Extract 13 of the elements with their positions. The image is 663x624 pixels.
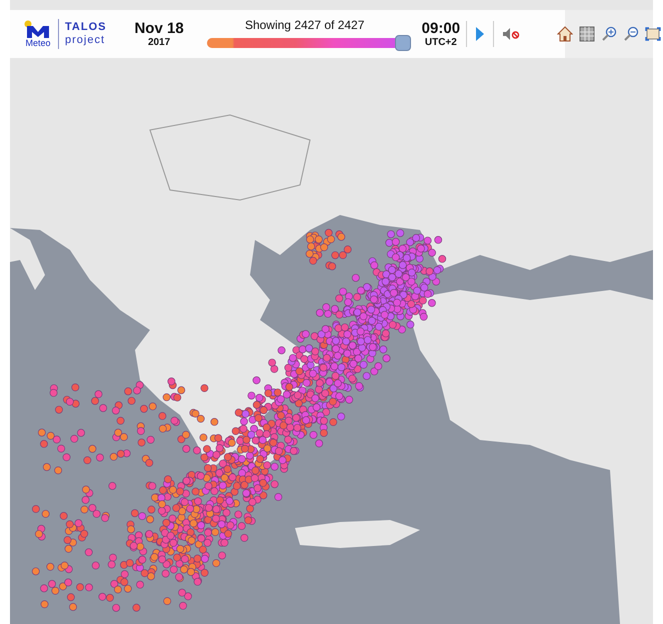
logo-icon (24, 20, 52, 38)
layers-button[interactable] (577, 24, 597, 44)
date-label: Nov 18 (134, 20, 184, 37)
product-subtitle: project (65, 34, 106, 47)
home-button[interactable] (555, 24, 575, 44)
timeline-caption: Showing 2427 of 2427 (244, 18, 364, 32)
logo-brand: Meteo (25, 38, 50, 48)
year-label: 2017 (148, 37, 170, 48)
product-name: TALOS (65, 21, 106, 34)
time-label: 09:00 (422, 20, 460, 37)
fullscreen-button[interactable] (643, 25, 663, 43)
slider-thumb[interactable] (394, 34, 411, 50)
timezone-label: UTC+2 (424, 37, 457, 48)
